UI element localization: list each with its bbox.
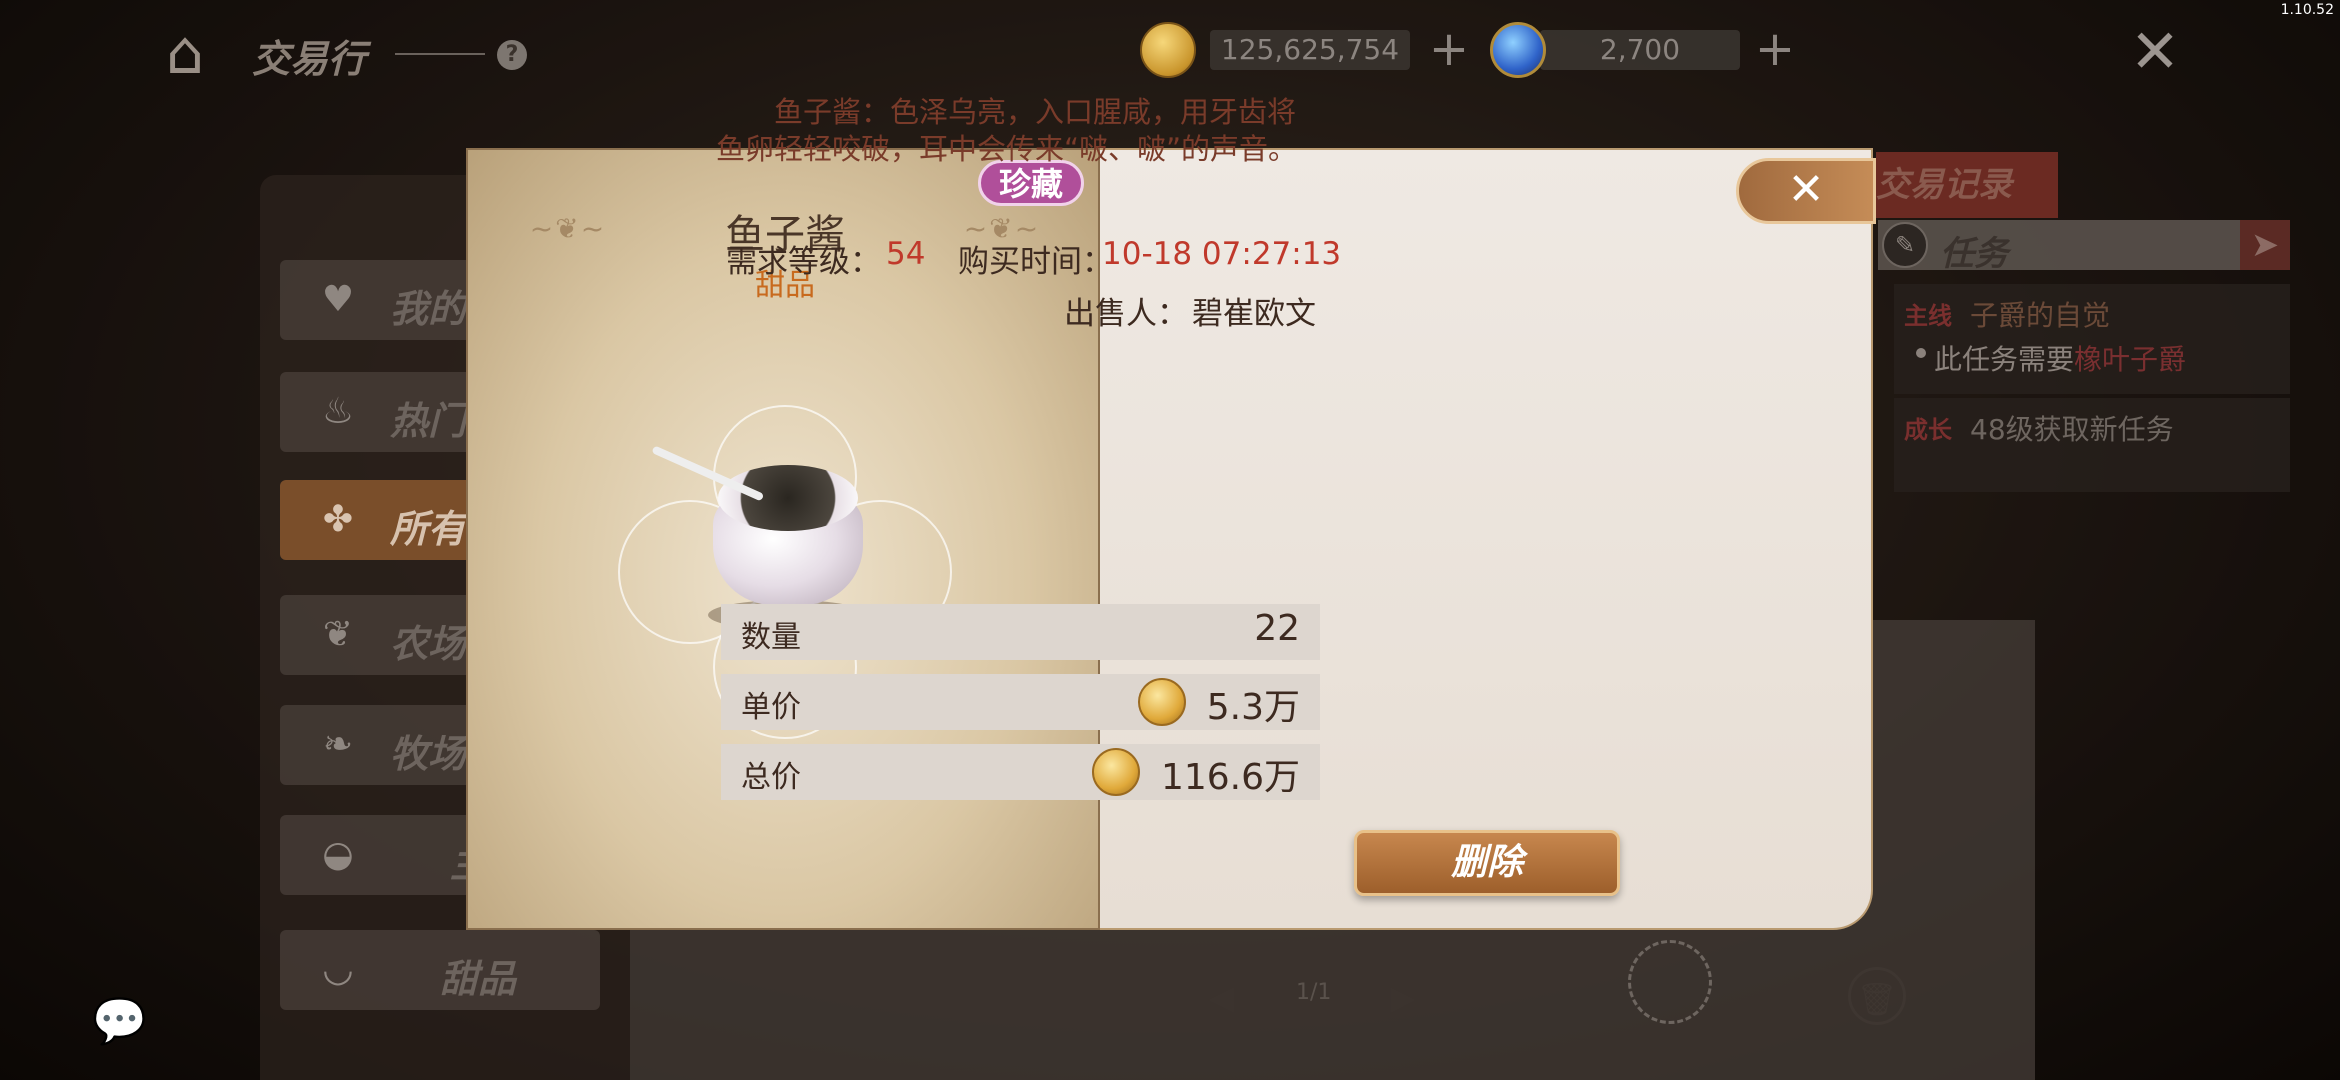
close-icon[interactable]: ✕ xyxy=(2125,22,2185,82)
sidebar-item-label: 甜品 xyxy=(440,956,517,1001)
page-title: 交易行 xyxy=(252,36,367,81)
growth-task[interactable]: 成长 48级获取新任务 xyxy=(1894,398,2290,492)
sidebar-item-label: 热门 xyxy=(390,398,467,443)
caviar-bowl-icon xyxy=(651,445,863,605)
prev-page-button[interactable]: ◀ xyxy=(1208,978,1234,1018)
total-price-label: 总价 xyxy=(741,760,801,795)
trash-icon[interactable]: 🗑 xyxy=(1848,967,1906,1025)
quantity-row: 数量 22 xyxy=(721,604,1320,660)
unit-price-row: 单价 5.3万 xyxy=(721,674,1320,730)
gold-coin-icon xyxy=(1140,22,1196,78)
sidebar-item-dessert[interactable]: ◡ 甜品 xyxy=(280,930,600,1010)
task-target: 橡叶子爵 xyxy=(2074,343,2187,376)
next-page-button[interactable]: ▶ xyxy=(1390,978,1416,1018)
gem-icon xyxy=(1490,22,1546,78)
title-divider xyxy=(395,53,485,55)
heart-icon: ♥ xyxy=(321,279,355,320)
gem-amount: 2,700 xyxy=(1540,30,1740,70)
quantity-label: 数量 xyxy=(741,620,801,655)
wheat-icon: ❦ xyxy=(322,614,354,655)
sidebar-item-label: 牧场 xyxy=(390,731,467,776)
gold-coin-icon xyxy=(1138,678,1186,726)
trade-record-tab[interactable]: 交易记录 xyxy=(1876,152,2058,218)
main-task[interactable]: 主线 子爵的自觉 此任务需要橡叶子爵 xyxy=(1894,284,2290,394)
dessert-icon: ◡ xyxy=(322,949,354,990)
add-gold-button[interactable]: + xyxy=(1426,25,1472,73)
clover-icon: ✤ xyxy=(322,499,354,540)
gem-currency: 2,700 + xyxy=(1490,22,1810,78)
unit-price-label: 单价 xyxy=(741,690,801,725)
gold-amount: 125,625,754 xyxy=(1210,30,1410,70)
task-panel: ✎ 任务 ➤ 主线 子爵的自觉 此任务需要橡叶子爵 成长 48级获取新任务 xyxy=(1878,220,2290,495)
home-icon[interactable]: ⌂ xyxy=(150,18,220,88)
level-label: 需求等级： xyxy=(726,244,881,280)
task-desc: 此任务需要橡叶子爵 xyxy=(1934,343,2187,376)
task-tag: 主线 xyxy=(1904,302,1952,330)
rooster-icon: ❧ xyxy=(322,724,354,765)
unit-price-value: 5.3万 xyxy=(1206,687,1300,728)
loading-spinner xyxy=(1628,940,1712,1024)
pot-icon: ◒ xyxy=(322,834,354,875)
quantity-value: 22 xyxy=(1254,608,1300,649)
sidebar-item-label: 农场 xyxy=(390,621,467,666)
version-label: 1.10.52 xyxy=(2280,2,2334,18)
seller-label: 出售人： xyxy=(1064,296,1188,332)
flame-icon: ♨ xyxy=(321,391,355,432)
scroll-icon: ✎ xyxy=(1882,222,1928,268)
level-value: 54 xyxy=(886,236,926,272)
task-expand-button[interactable]: ➤ xyxy=(2240,220,2290,270)
purchase-time-label: 购买时间： xyxy=(958,244,1113,280)
delete-button[interactable]: 删除 xyxy=(1354,830,1620,896)
task-tag: 成长 xyxy=(1904,416,1952,444)
task-title: 任务 xyxy=(1940,234,2008,274)
sidebar-item-label: 我的 xyxy=(390,286,467,331)
chat-icon[interactable]: 💬 xyxy=(92,998,148,1046)
task-header: ✎ 任务 ➤ xyxy=(1878,220,2290,274)
gold-currency: 125,625,754 + xyxy=(1140,22,1490,78)
task-name: 子爵的自觉 xyxy=(1970,299,2111,332)
add-gem-button[interactable]: + xyxy=(1752,25,1798,73)
help-icon[interactable]: ? xyxy=(497,40,527,70)
bullet xyxy=(1916,348,1926,358)
gold-coin-icon xyxy=(1092,748,1140,796)
page-indicator: 1/1 xyxy=(1296,980,1332,1005)
seller-value: 碧崔欧文 xyxy=(1192,296,1316,332)
item-description: 鱼子酱：色泽乌亮，入口腥咸，用牙齿将鱼卵轻轻咬破，耳中会传来“啵、啵”的声音。 xyxy=(716,95,1298,166)
total-price-row: 总价 116.6万 xyxy=(721,744,1320,800)
sidebar-item-label: 所有 xyxy=(390,506,467,551)
close-dialog-icon[interactable]: ✕ xyxy=(1736,158,1876,224)
task-name: 48级获取新任务 xyxy=(1970,413,2174,446)
purchase-time-value: 10-18 07:27:13 xyxy=(1102,236,1342,272)
total-price-value: 116.6万 xyxy=(1160,757,1300,798)
